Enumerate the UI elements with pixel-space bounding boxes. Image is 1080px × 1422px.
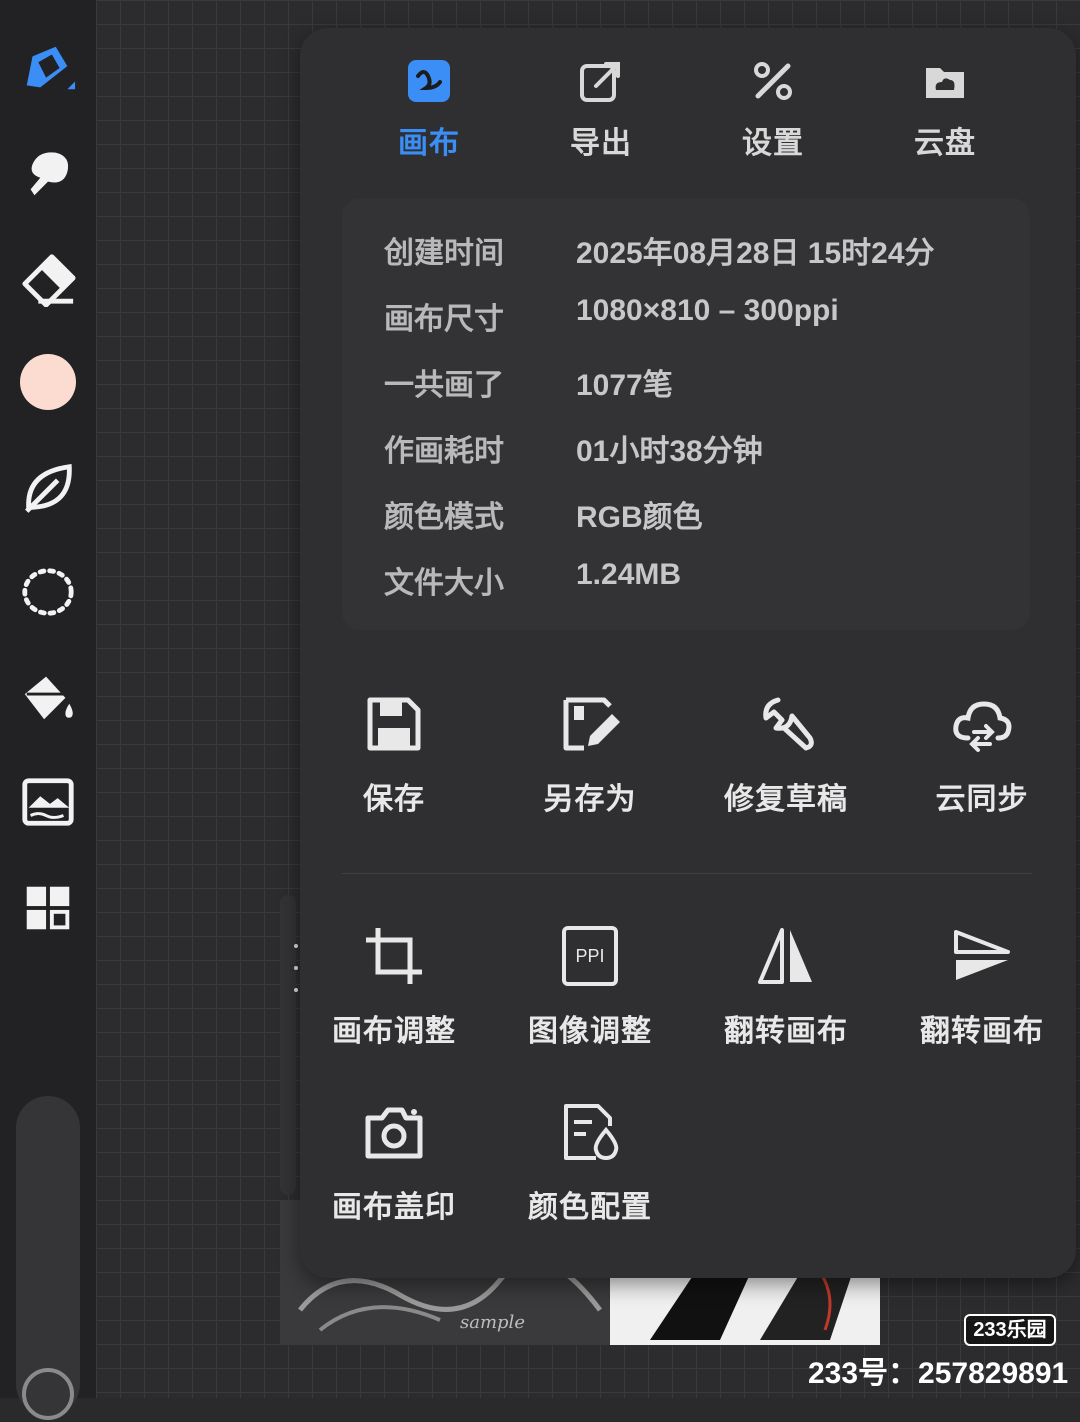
- info-value: 1.24MB: [576, 558, 682, 591]
- flip-horizontal-button[interactable]: 翻转画布: [688, 924, 884, 1050]
- cloud-sync-button[interactable]: 云同步: [884, 692, 1080, 818]
- ppi-icon: PPI: [562, 926, 618, 986]
- swirl-icon[interactable]: [20, 1366, 76, 1422]
- info-value: 01小时38分钟: [576, 435, 763, 468]
- lasso-tool[interactable]: [14, 558, 82, 626]
- lasso-icon: [22, 568, 74, 616]
- cloud-sync-icon: [953, 701, 1012, 752]
- info-key: 创建时间: [384, 237, 504, 270]
- pen-tool[interactable]: [14, 34, 82, 102]
- watermark-id: 233号：257829891: [808, 1357, 1069, 1390]
- save-as-button[interactable]: 另存为: [492, 692, 688, 818]
- action-label: 另存为: [543, 783, 637, 816]
- info-key: 文件大小: [384, 567, 504, 600]
- cloud-drive-icon: [926, 68, 964, 98]
- info-key: 一共画了: [384, 369, 504, 402]
- action-label: 画布调整: [332, 1015, 456, 1048]
- left-toolbar: [0, 0, 96, 1420]
- canvas-adjust-button[interactable]: 画布调整: [296, 924, 492, 1050]
- camera-icon: [365, 1107, 423, 1159]
- eraser-icon: [22, 254, 76, 307]
- tab-label: 导出: [570, 127, 632, 160]
- color-picker[interactable]: [14, 348, 82, 416]
- leaf-icon: [25, 463, 72, 513]
- grid-icon: [26, 886, 70, 930]
- flip-horizontal-icon: [758, 928, 812, 984]
- action-label: 画布盖印: [332, 1191, 456, 1224]
- info-value: RGB颜色: [576, 501, 703, 534]
- info-value: 1077笔: [576, 369, 673, 402]
- section-divider: [342, 873, 1032, 874]
- tab-label: 云盘: [914, 127, 976, 160]
- action-label: 修复草稿: [724, 783, 848, 816]
- smudge-tool[interactable]: [14, 138, 82, 206]
- info-value: 2025年08月28日 15时24分: [576, 237, 935, 270]
- info-key: 作画耗时: [384, 435, 504, 468]
- fill-tool[interactable]: [14, 662, 82, 730]
- tab-cloud-drive[interactable]: 云盘: [870, 58, 1020, 162]
- image-icon: [22, 778, 74, 826]
- flip-vertical-icon: [954, 930, 1010, 980]
- pen-icon: [26, 46, 76, 90]
- image-tool[interactable]: [14, 768, 82, 836]
- watermark-badge: 233乐园: [964, 1314, 1056, 1346]
- tab-export[interactable]: 导出: [526, 58, 676, 162]
- export-icon: [580, 62, 620, 102]
- wrench-icon: [763, 697, 814, 751]
- action-label: 翻转画布: [920, 1015, 1044, 1048]
- canvas-stamp-button[interactable]: 画布盖印: [296, 1100, 492, 1226]
- leaf-brush-tool[interactable]: [14, 454, 82, 522]
- action-label: 图像调整: [528, 1015, 652, 1048]
- settings-icon: [754, 62, 792, 100]
- tab-settings[interactable]: 设置: [698, 58, 848, 162]
- image-adjust-button[interactable]: PPI 图像调整: [492, 924, 688, 1050]
- color-profile-button[interactable]: 颜色配置: [492, 1100, 688, 1226]
- svg-text:PPI: PPI: [575, 946, 604, 966]
- info-value: 1080×810 – 300ppi: [576, 294, 839, 327]
- layers-tool[interactable]: [14, 874, 82, 942]
- tab-label: 设置: [742, 127, 804, 160]
- eraser-tool[interactable]: [14, 244, 82, 312]
- tab-canvas[interactable]: 画布: [354, 58, 504, 162]
- action-label: 颜色配置: [528, 1191, 652, 1224]
- save-as-icon: [563, 697, 620, 751]
- canvas-menu-panel: 画布 导出 设置 云盘 创建时间 2025年08月28日 15时24分 画布尺寸…: [300, 28, 1076, 1278]
- flip-vertical-button[interactable]: 翻转画布: [884, 924, 1080, 1050]
- smudge-icon: [30, 152, 69, 196]
- info-key: 颜色模式: [384, 501, 504, 534]
- action-label: 保存: [363, 783, 425, 816]
- sample-text: sample: [460, 1312, 525, 1333]
- tab-label: 画布: [398, 127, 460, 160]
- canvas-info-box: 创建时间 2025年08月28日 15时24分 画布尺寸 1080×810 – …: [342, 198, 1030, 630]
- action-label: 云同步: [935, 783, 1029, 816]
- color-profile-icon: [564, 1104, 619, 1161]
- current-color-swatch: [20, 354, 76, 410]
- canvas-icon: [408, 60, 450, 102]
- action-label: 翻转画布: [724, 1015, 848, 1048]
- save-button[interactable]: 保存: [296, 692, 492, 818]
- info-key: 画布尺寸: [384, 303, 504, 336]
- repair-draft-button[interactable]: 修复草稿: [688, 692, 884, 818]
- save-icon: [367, 697, 421, 751]
- crop-icon: [366, 928, 422, 984]
- paint-bucket-icon: [24, 676, 73, 720]
